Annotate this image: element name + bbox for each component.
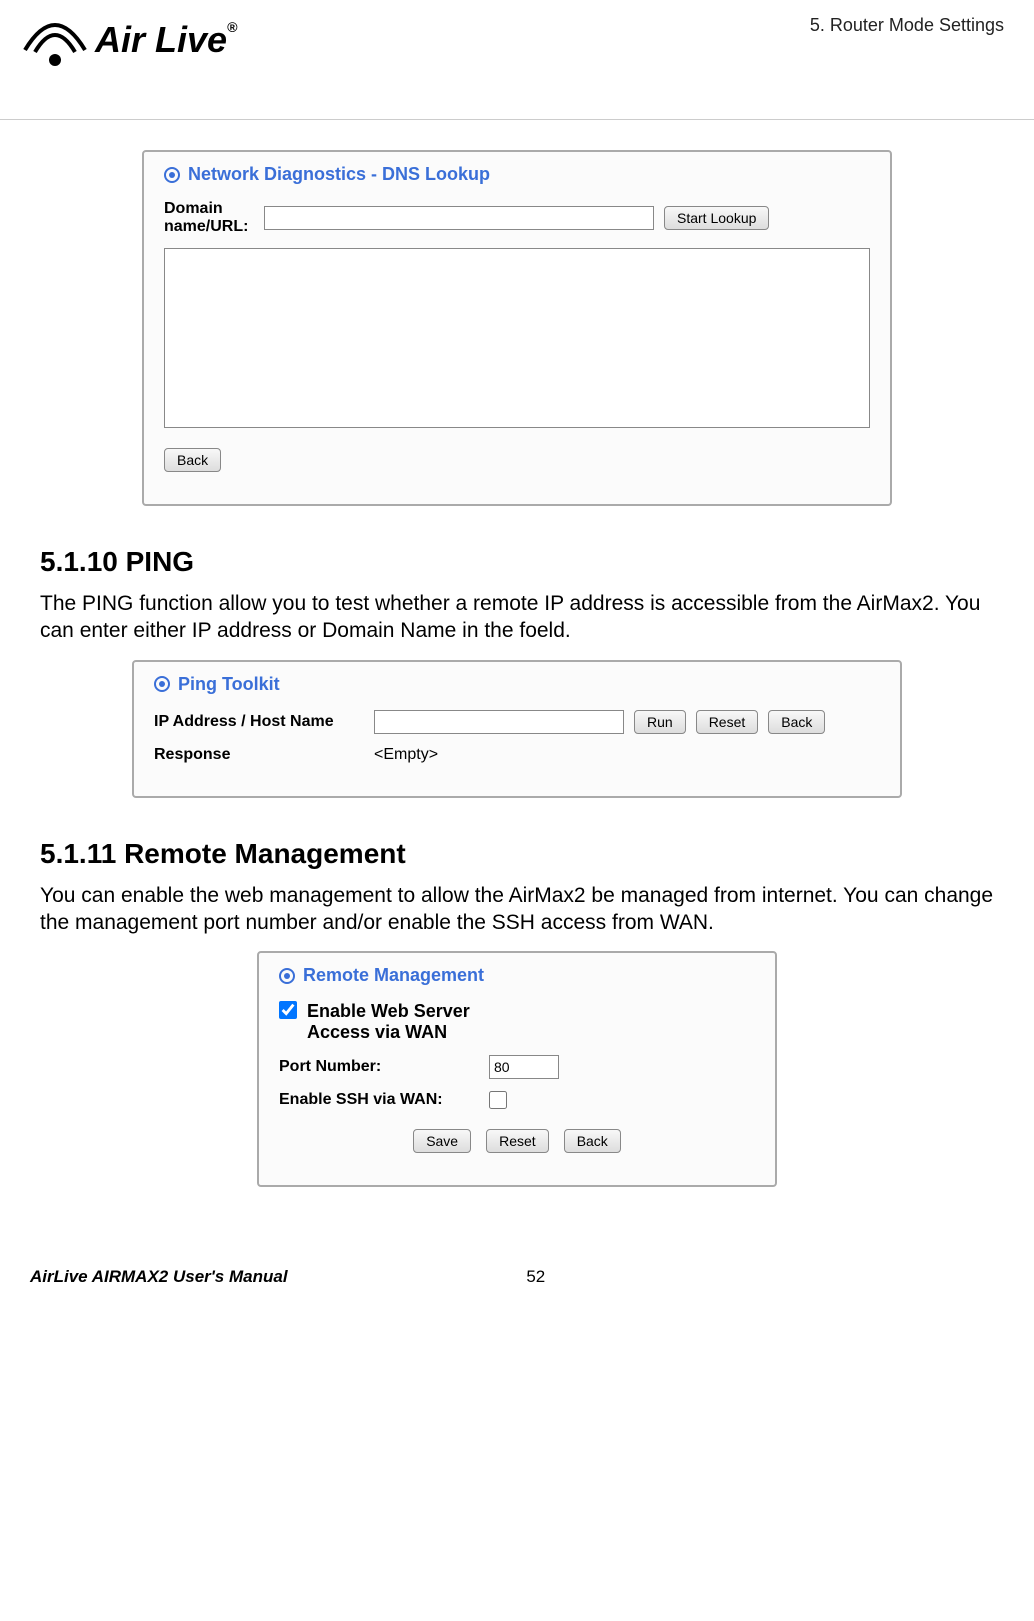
ip-host-input[interactable] (374, 710, 624, 734)
remote-management-panel: Remote Management Enable Web Server Acce… (257, 951, 777, 1187)
bullet-icon (279, 968, 295, 984)
enable-ssh-checkbox[interactable] (489, 1091, 507, 1109)
dns-back-button[interactable]: Back (164, 448, 221, 472)
ping-paragraph: The PING function allow you to test whet… (40, 590, 994, 645)
remote-title-text: Remote Management (303, 965, 484, 986)
ping-reset-button[interactable]: Reset (696, 710, 759, 734)
response-label: Response (154, 746, 364, 764)
bullet-icon (154, 676, 170, 692)
ping-heading: 5.1.10 PING (40, 546, 994, 578)
page-number: 52 (526, 1267, 545, 1287)
manual-title: AirLive AIRMAX2 User's Manual (30, 1267, 288, 1287)
ping-toolkit-panel: Ping Toolkit IP Address / Host Name Run … (132, 660, 902, 798)
domain-url-input[interactable] (264, 206, 654, 230)
panel-title-remote: Remote Management (279, 965, 755, 986)
logo-text: Air Live® (95, 19, 237, 61)
enable-web-label: Enable Web Server Access via WAN (307, 1001, 487, 1043)
dns-results-textarea[interactable] (164, 248, 870, 428)
page-footer: AirLive AIRMAX2 User's Manual 52 (0, 1247, 1034, 1317)
response-value: <Empty> (374, 746, 438, 764)
remote-back-button[interactable]: Back (564, 1129, 621, 1153)
remote-save-button[interactable]: Save (413, 1129, 471, 1153)
port-number-input[interactable] (489, 1055, 559, 1079)
wifi-icon (20, 10, 90, 70)
page-header: Air Live® 5. Router Mode Settings (0, 0, 1034, 120)
domain-url-label: Domain name/URL: (164, 200, 254, 236)
ping-run-button[interactable]: Run (634, 710, 686, 734)
ip-host-label: IP Address / Host Name (154, 713, 364, 731)
dns-lookup-panel: Network Diagnostics - DNS Lookup Domain … (142, 150, 892, 506)
start-lookup-button[interactable]: Start Lookup (664, 206, 769, 230)
bullet-icon (164, 167, 180, 183)
enable-ssh-label: Enable SSH via WAN: (279, 1091, 479, 1109)
remote-paragraph: You can enable the web management to all… (40, 882, 994, 937)
remote-heading: 5.1.11 Remote Management (40, 838, 994, 870)
logo: Air Live® (20, 10, 237, 70)
remote-reset-button[interactable]: Reset (486, 1129, 549, 1153)
chapter-title: 5. Router Mode Settings (810, 10, 1004, 36)
dns-title-text: Network Diagnostics - DNS Lookup (188, 164, 490, 185)
enable-web-checkbox[interactable] (279, 1001, 297, 1019)
ping-back-button[interactable]: Back (768, 710, 825, 734)
panel-title-ping: Ping Toolkit (154, 674, 880, 695)
ping-title-text: Ping Toolkit (178, 674, 280, 695)
panel-title-dns: Network Diagnostics - DNS Lookup (164, 164, 870, 185)
port-number-label: Port Number: (279, 1058, 479, 1076)
